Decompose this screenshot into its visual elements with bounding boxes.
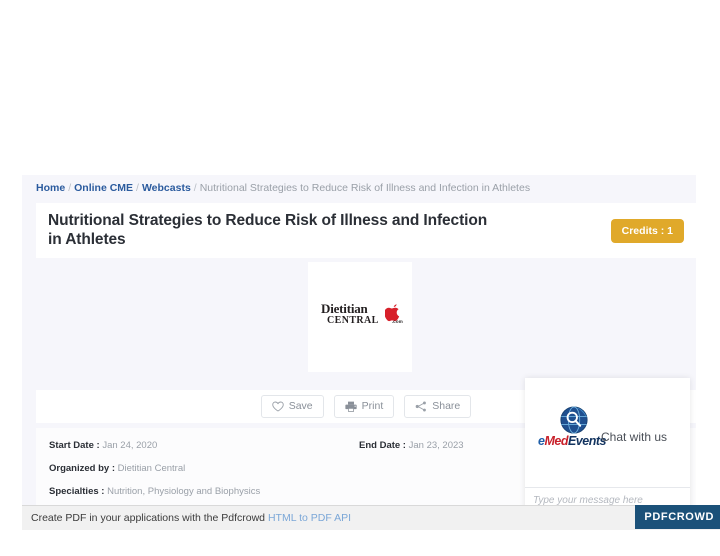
print-button-label: Print (361, 400, 384, 412)
breadcrumb-separator: / (136, 182, 139, 194)
chat-divider (525, 487, 690, 488)
breadcrumb: Home / Online CME / Webcasts / Nutritional Str… (36, 181, 530, 195)
provider-logo-box: Dietitian CENTRAL .com (308, 262, 412, 372)
emedevents-wordmark: eMedEvents (538, 434, 606, 448)
globe-icon (560, 406, 588, 434)
start-date-label: Start Date : (49, 440, 100, 451)
organized-by-row: Organized by : Dietitian Central (49, 462, 185, 475)
breadcrumb-separator: / (68, 182, 72, 194)
chat-title: Chat with us (601, 430, 668, 444)
end-date-value: Jan 23, 2023 (408, 440, 464, 451)
pdfcrowd-footer-text: Create PDF in your applications with the… (31, 511, 351, 525)
dietitian-central-logo: Dietitian CENTRAL .com (321, 301, 403, 332)
bottom-whitespace (0, 530, 720, 556)
breadcrumb-separator: / (193, 182, 197, 194)
logo-tld: .com (391, 319, 403, 324)
start-date-value: Jan 24, 2020 (102, 440, 158, 451)
save-button-label: Save (288, 400, 313, 412)
emedevents-med: Med (544, 434, 568, 448)
chat-widget-header[interactable]: eMedEvents Chat with us (525, 378, 690, 490)
end-date-row: End Date : Jan 23, 2023 (359, 439, 464, 452)
organized-by-label: Organized by : (49, 463, 115, 474)
heart-icon (272, 401, 284, 412)
save-button[interactable]: Save (260, 395, 324, 418)
printer-icon (345, 401, 357, 412)
organized-by-value: Dietitian Central (117, 463, 186, 474)
pdfcrowd-api-link[interactable]: HTML to PDF API (268, 512, 351, 524)
emedevents-logo: eMedEvents (538, 406, 610, 452)
credits-badge[interactable]: Credits : 1 (610, 219, 684, 243)
breadcrumb-item-webcasts[interactable]: Webcasts (142, 182, 191, 194)
top-whitespace (0, 0, 720, 175)
share-button[interactable]: Share (404, 395, 472, 418)
chat-widget[interactable]: eMedEvents Chat with us (525, 378, 690, 518)
print-button[interactable]: Print (333, 395, 395, 418)
breadcrumb-item-online-cme[interactable]: Online CME (74, 182, 133, 194)
pdfcrowd-footer-bar: Create PDF in your applications with the… (22, 505, 720, 531)
page-root: Home / Online CME / Webcasts / Nutritional Str… (0, 0, 720, 556)
end-date-label: End Date : (359, 440, 406, 451)
page-title: Nutritional Strategies to Reduce Risk of… (48, 212, 488, 248)
breadcrumb-item-home[interactable]: Home (36, 182, 65, 194)
share-button-label: Share (432, 400, 461, 412)
logo-line-1: Dietitian (321, 301, 368, 316)
specialties-value: Nutrition, Physiology and Biophysics (107, 486, 261, 497)
pdfcrowd-badge[interactable]: PDFCROWD (635, 505, 720, 529)
specialties-label: Specialties : (49, 486, 105, 497)
logo-line-2: CENTRAL (327, 315, 379, 326)
pdfcrowd-footer-message: Create PDF in your applications with the… (31, 512, 266, 524)
start-date-row: Start Date : Jan 24, 2020 (49, 439, 157, 452)
title-card: Nutritional Strategies to Reduce Risk of… (36, 203, 696, 258)
specialties-row: Specialties : Nutrition, Physiology and … (49, 485, 260, 498)
breadcrumb-item-current: Nutritional Strategies to Reduce Risk of… (199, 182, 531, 194)
share-nodes-icon (415, 401, 427, 412)
